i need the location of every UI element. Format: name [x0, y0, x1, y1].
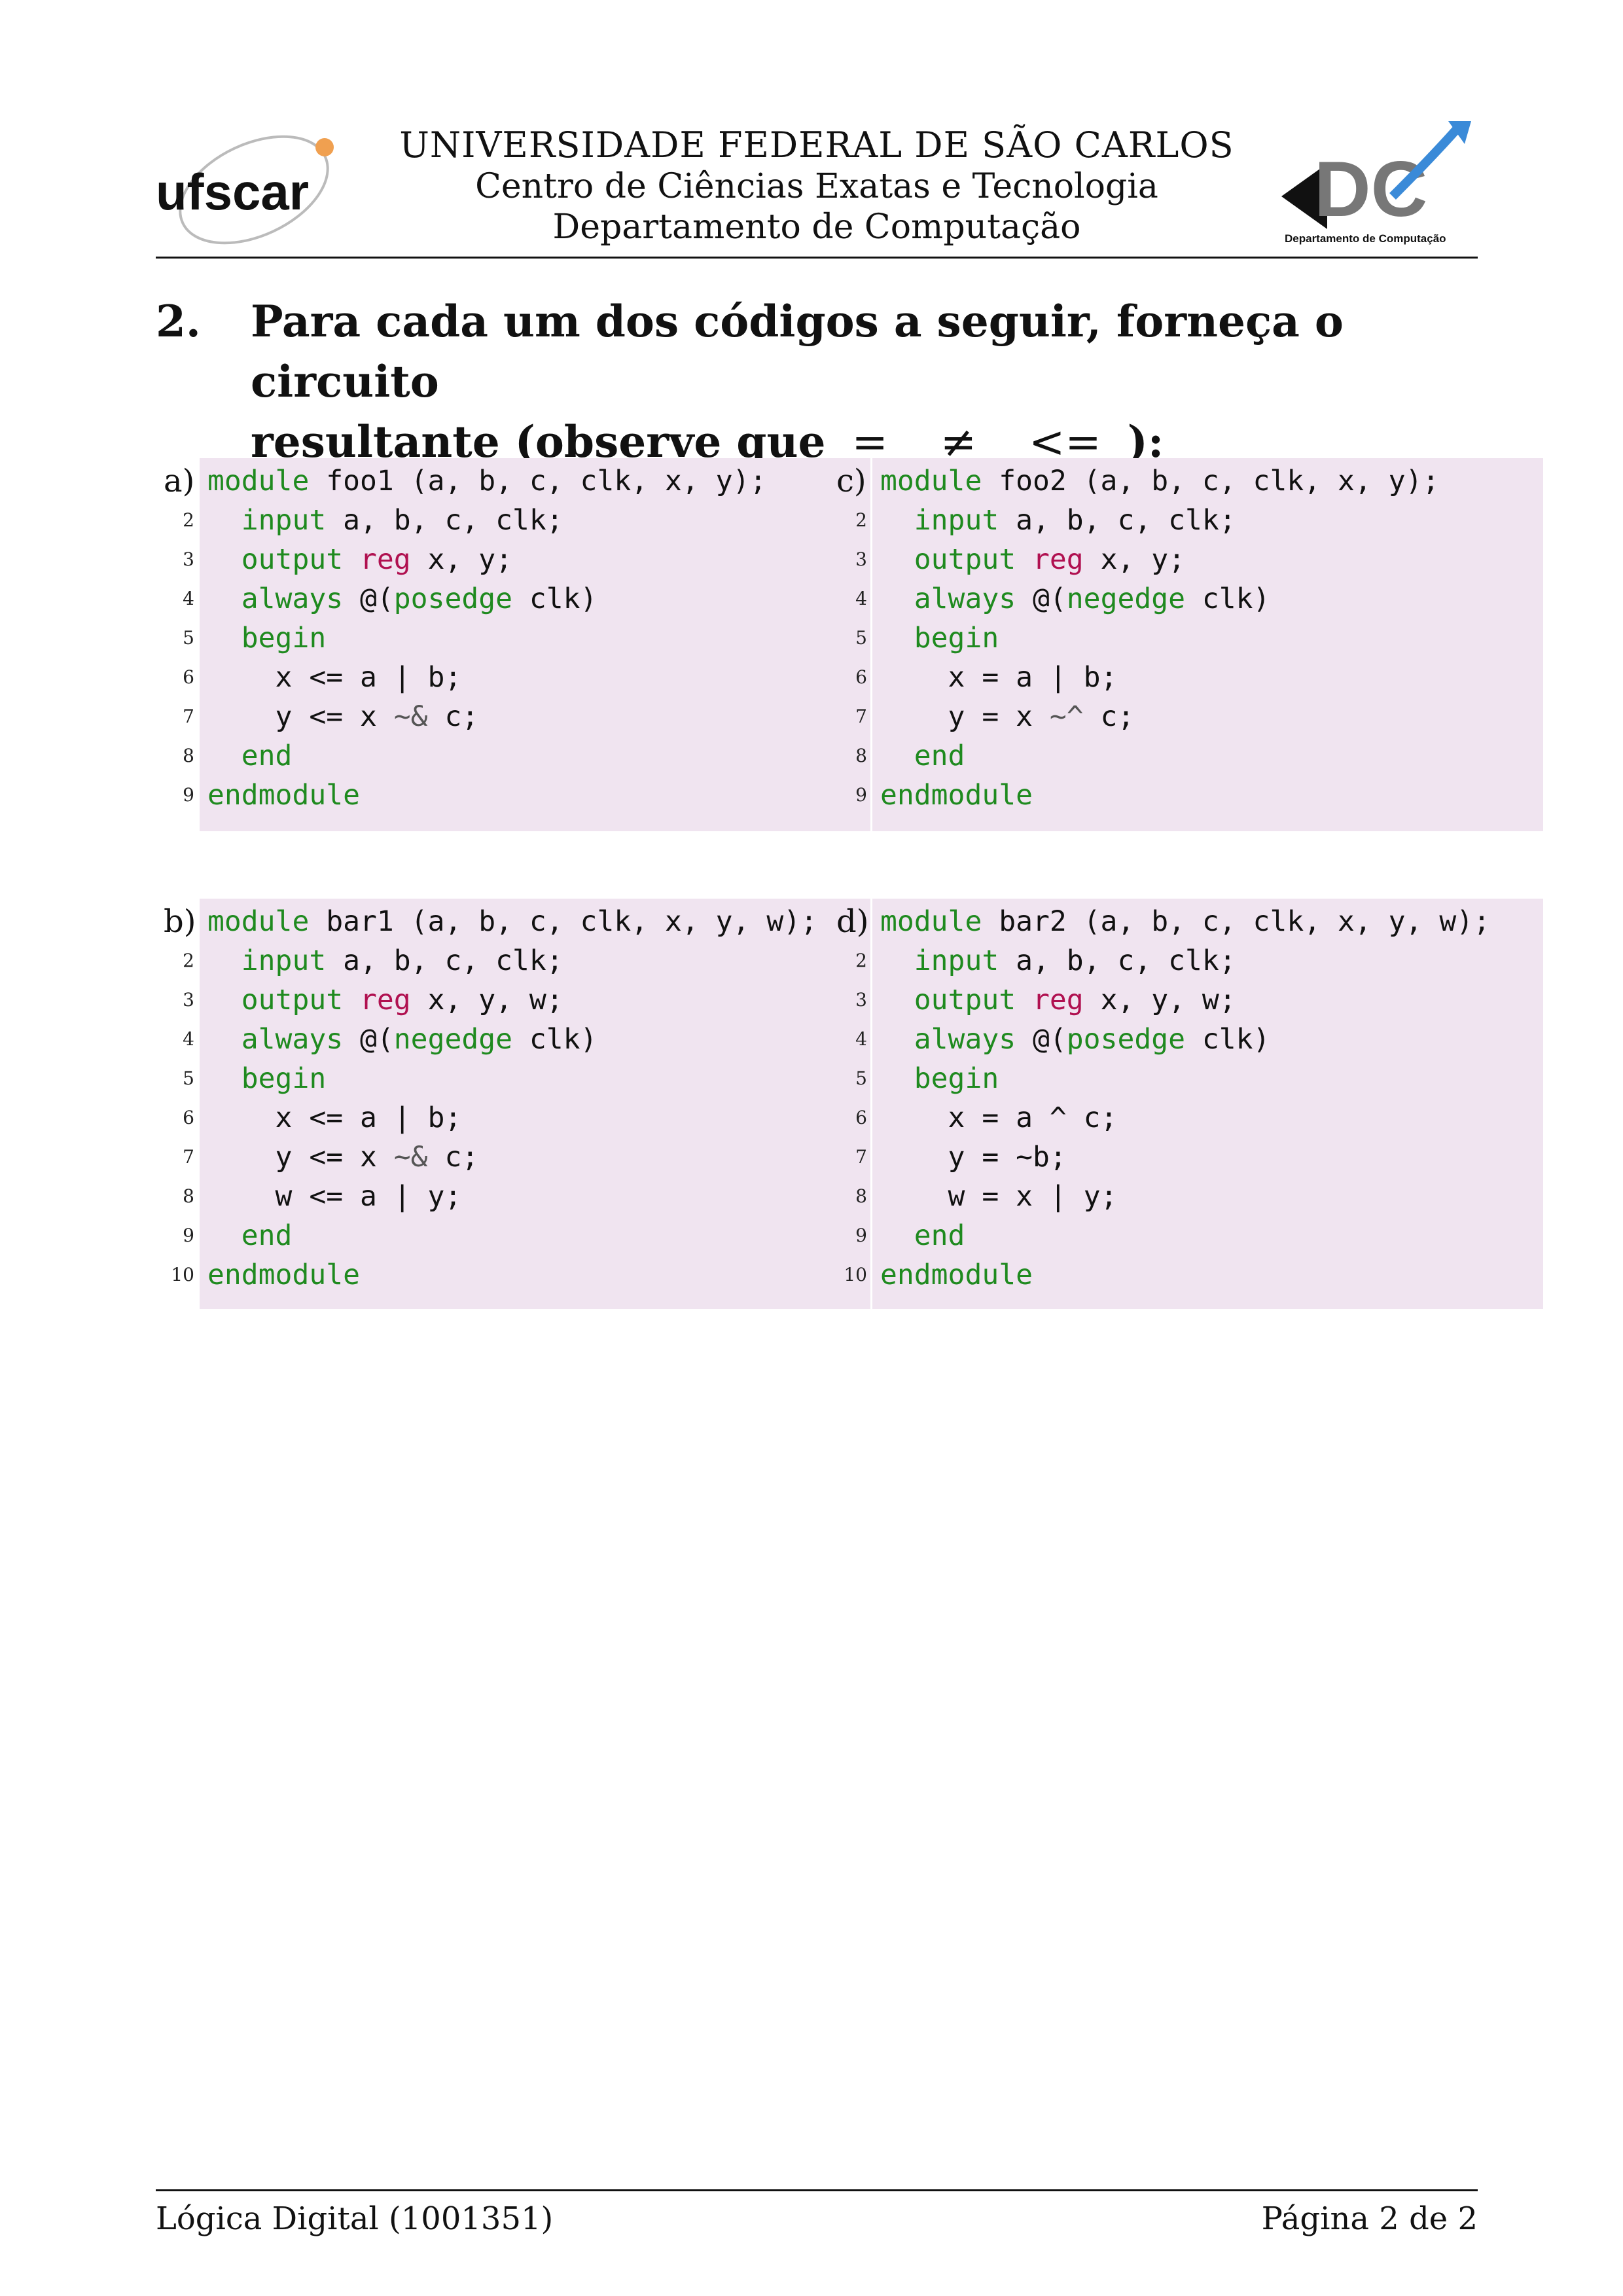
footer-rule — [156, 2189, 1478, 2191]
code-line: input a, b, c, clk; — [241, 504, 563, 537]
code-line: w <= a | y; — [207, 1180, 462, 1213]
code-line: x <= a | b; — [207, 661, 462, 694]
code-line: y <= x ~& c; — [207, 700, 479, 733]
code-line: y = ~b; — [880, 1141, 1067, 1174]
footer-course: Lógica Digital (1001351) — [156, 2200, 554, 2237]
line-number: 2 — [183, 509, 194, 531]
code-line: module bar1 (a, b, c, clk, x, y, w); — [207, 905, 817, 938]
header-text: UNIVERSIDADE FEDERAL DE SÃO CARLOS Centr… — [352, 124, 1281, 247]
page-header: ufscar UNIVERSIDADE FEDERAL DE SÃO CARLO… — [156, 118, 1478, 259]
code-line: x = a ^ c; — [880, 1102, 1118, 1134]
line-number: 7 — [855, 706, 867, 727]
code-line: begin — [914, 622, 999, 655]
code-block-c: module foo2 (a, b, c, clk, x, y); input … — [872, 458, 1543, 831]
code-line: begin — [241, 1062, 327, 1095]
question-text: Para cada um dos códigos a seguir, forne… — [251, 291, 1478, 473]
code-line: endmodule — [207, 779, 360, 812]
code-line: input a, b, c, clk; — [914, 944, 1236, 977]
line-number: 5 — [183, 1067, 194, 1089]
line-number: 5 — [855, 1067, 867, 1089]
code-line: output reg x, y; — [241, 543, 513, 576]
code-line: module bar2 (a, b, c, clk, x, y, w); — [880, 905, 1490, 938]
line-number: 6 — [183, 1107, 194, 1128]
line-number: 3 — [183, 989, 194, 1011]
line-number: 8 — [855, 1185, 867, 1207]
code-line: input a, b, c, clk; — [241, 944, 563, 977]
line-number: 3 — [855, 989, 867, 1011]
line-number: 9 — [183, 784, 194, 806]
code-line: x = a | b; — [880, 661, 1118, 694]
question-line-1: Para cada um dos códigos a seguir, forne… — [251, 296, 1344, 407]
code-line: module foo2 (a, b, c, clk, x, y); — [880, 465, 1440, 497]
line-number: 7 — [183, 1146, 194, 1168]
line-number: 4 — [183, 1028, 194, 1050]
line-number: 3 — [183, 548, 194, 570]
code-line: x <= a | b; — [207, 1102, 462, 1134]
code-line: begin — [914, 1062, 999, 1095]
code-line: always @(negedge clk) — [914, 583, 1270, 615]
code-line: end — [241, 1219, 293, 1252]
footer-page-number: Página 2 de 2 — [1261, 2200, 1478, 2237]
svg-text:Departamento de Computação: Departamento de Computação — [1285, 232, 1446, 245]
code-line: output reg x, y, w; — [241, 984, 563, 1016]
code-label-c: c) — [836, 463, 866, 499]
code-line: endmodule — [880, 779, 1033, 812]
line-number: 9 — [855, 1225, 867, 1246]
line-number: 10 — [171, 1264, 194, 1285]
code-line: endmodule — [880, 1259, 1033, 1291]
code-block-a: module foo1 (a, b, c, clk, x, y); input … — [200, 458, 870, 831]
line-number: 7 — [855, 1146, 867, 1168]
code-line: begin — [241, 622, 327, 655]
center-name: Centro de Ciências Exatas e Tecnologia — [475, 167, 1158, 206]
code-line: end — [241, 740, 293, 772]
code-block-b: module bar1 (a, b, c, clk, x, y, w); inp… — [200, 899, 870, 1309]
ufscar-logo: ufscar — [156, 118, 352, 259]
code-line: w = x | y; — [880, 1180, 1118, 1213]
code-line: y = x ~^ c; — [880, 700, 1135, 733]
code-label-a: a) — [164, 463, 195, 499]
line-number: 9 — [855, 784, 867, 806]
line-number: 2 — [855, 950, 867, 971]
code-line: output reg x, y, w; — [914, 984, 1236, 1016]
line-number: 8 — [183, 745, 194, 766]
code-line: end — [914, 1219, 965, 1252]
line-number: 7 — [183, 706, 194, 727]
code-block-d: module bar2 (a, b, c, clk, x, y, w); inp… — [872, 899, 1543, 1309]
line-number: 5 — [855, 627, 867, 649]
line-number: 9 — [183, 1225, 194, 1246]
line-number: 8 — [855, 745, 867, 766]
line-number: 6 — [855, 666, 867, 688]
line-number: 4 — [855, 1028, 867, 1050]
svg-text:ufscar: ufscar — [156, 163, 309, 221]
line-number: 4 — [855, 588, 867, 609]
svg-text:DC: DC — [1314, 145, 1427, 233]
code-line: always @(posedge clk) — [241, 583, 597, 615]
line-number: 8 — [183, 1185, 194, 1207]
question-number: 2. — [156, 296, 201, 347]
code-line: output reg x, y; — [914, 543, 1186, 576]
code-line: module foo1 (a, b, c, clk, x, y); — [207, 465, 767, 497]
dc-logo: DC Departamento de Computação — [1281, 118, 1478, 259]
code-line: y <= x ~& c; — [207, 1141, 479, 1174]
line-number: 10 — [844, 1264, 867, 1285]
line-number: 2 — [183, 950, 194, 971]
line-number: 2 — [855, 509, 867, 531]
code-line: input a, b, c, clk; — [914, 504, 1236, 537]
line-number: 5 — [183, 627, 194, 649]
line-number: 4 — [183, 588, 194, 609]
line-number: 6 — [855, 1107, 867, 1128]
code-line: always @(posedge clk) — [914, 1023, 1270, 1056]
line-number: 3 — [855, 548, 867, 570]
header-rule — [156, 257, 1478, 259]
university-name: UNIVERSIDADE FEDERAL DE SÃO CARLOS — [399, 124, 1234, 166]
code-line: always @(negedge clk) — [241, 1023, 597, 1056]
code-line: endmodule — [207, 1259, 360, 1291]
code-line: end — [914, 740, 965, 772]
code-label-b: b) — [164, 903, 196, 940]
code-label-d: d) — [836, 903, 869, 940]
line-number: 6 — [183, 666, 194, 688]
department-name: Departamento de Computação — [552, 207, 1081, 247]
